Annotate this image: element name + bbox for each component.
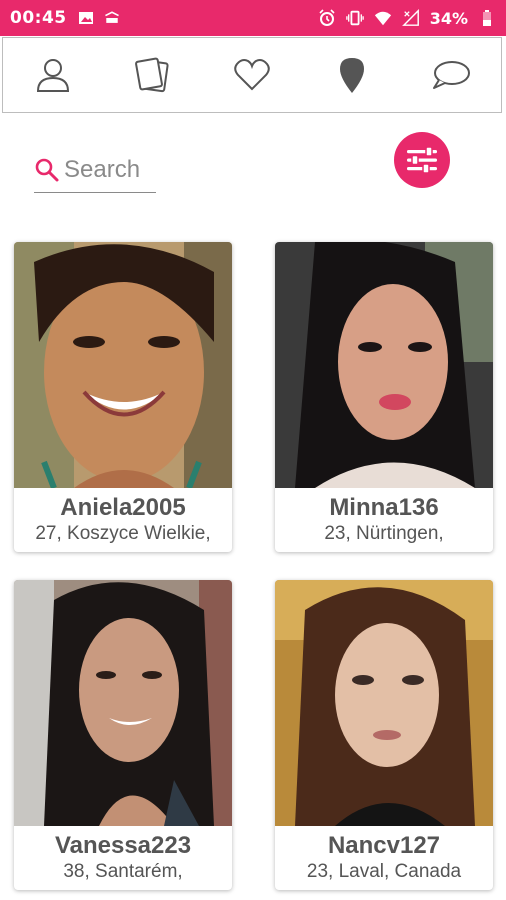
profile-age-location: 38, Santarém,: [63, 861, 183, 882]
cards-icon: [135, 57, 169, 93]
profile-card[interactable]: Vanessa223 38, Santarém,: [14, 580, 232, 890]
search-input[interactable]: [64, 156, 154, 184]
location-pin-icon: [339, 58, 364, 93]
profile-name: Aniela2005: [60, 494, 186, 521]
search-icon: [35, 158, 59, 182]
profile-card[interactable]: Nancv127 23, Laval, Canada: [275, 580, 493, 890]
profile-card[interactable]: Minna136 23, Nürtingen,: [275, 242, 493, 552]
profile-name: Minna136: [329, 494, 439, 521]
profile-name: Vanessa223: [54, 832, 192, 859]
profile-photo: [275, 580, 493, 826]
search-field[interactable]: [34, 148, 156, 193]
profile-photo: [14, 242, 232, 488]
nav-cards-button[interactable]: [122, 45, 182, 105]
profile-photo: [14, 580, 232, 826]
profile-card[interactable]: Aniela2005 27, Koszyce Wielkie,: [14, 242, 232, 552]
chat-icon: [433, 61, 471, 89]
top-navigation: [2, 37, 502, 113]
nav-nearby-button[interactable]: [322, 45, 382, 105]
heart-icon: [234, 59, 270, 91]
status-bar: 00:45 34%: [0, 0, 506, 36]
status-time: 00:45: [10, 8, 67, 28]
signal-icon: [401, 9, 420, 27]
vibrate-icon: [345, 9, 364, 27]
profile-age-location: 23, Laval, Canada: [306, 861, 462, 882]
profile-age-location: 23, Nürtingen,: [324, 523, 444, 544]
filter-button[interactable]: [394, 132, 450, 188]
alarm-icon: [318, 9, 336, 27]
profile-photo: [275, 242, 493, 488]
nav-likes-button[interactable]: [222, 45, 282, 105]
nav-profile-button[interactable]: [23, 45, 83, 105]
wifi-icon: [374, 9, 392, 27]
filter-sliders-icon: [407, 146, 437, 174]
battery-percent: 34%: [429, 8, 468, 28]
profile-icon: [36, 59, 69, 92]
battery-icon: [478, 9, 496, 27]
profile-name: Nancv127: [327, 832, 441, 859]
payment-app-icon: [103, 9, 121, 27]
image-icon: [77, 9, 95, 27]
nav-messages-button[interactable]: [421, 45, 481, 105]
profile-age-location: 27, Koszyce Wielkie,: [35, 523, 211, 544]
